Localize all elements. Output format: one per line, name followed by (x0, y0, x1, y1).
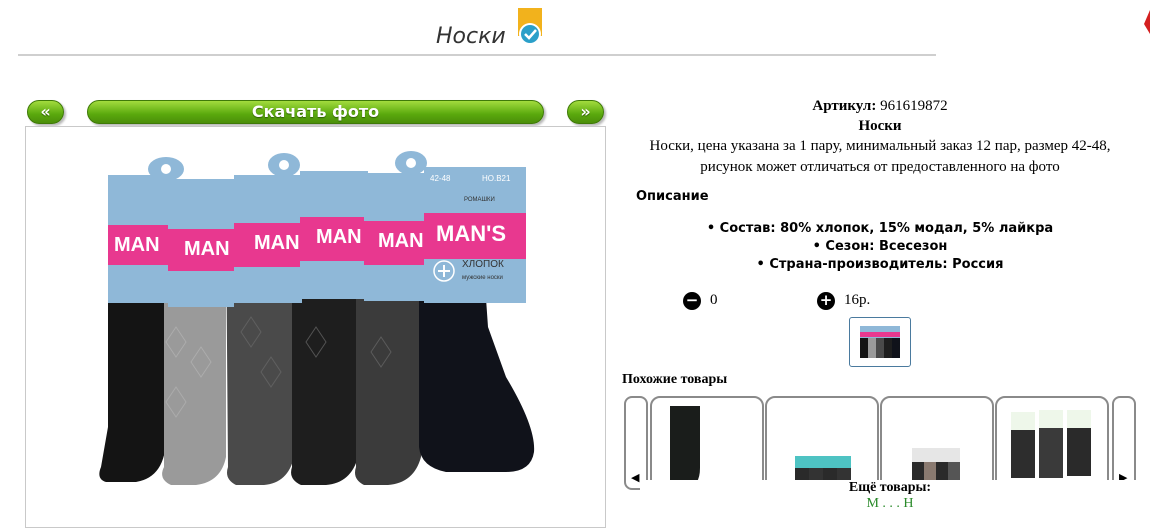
property-item: Страна-производитель: Россия (620, 256, 1140, 274)
svg-text:MAN: MAN (184, 238, 230, 260)
selected-photo-thumbnail[interactable] (849, 317, 911, 367)
title-divider (18, 54, 936, 56)
sku-line: Артикул: 961619872 (620, 96, 1140, 116)
similar-item[interactable] (765, 396, 879, 490)
similar-carousel: ◀ ▶ (624, 396, 1139, 490)
svg-text:MAN: MAN (378, 230, 424, 252)
property-list: Состав: 80% хлопок, 15% модал, 5% лайкра… (620, 220, 1140, 274)
tag-size-label: 42-48 (430, 174, 451, 183)
svg-text:MAN: MAN (316, 226, 362, 248)
carousel-prev-button[interactable]: ◀ (624, 396, 648, 490)
product-details: Артикул: 961619872 Носки Носки, цена ука… (620, 96, 1140, 272)
similar-item[interactable] (995, 396, 1109, 490)
more-products-links[interactable]: М . . . Н (640, 496, 1140, 512)
svg-text:MAN: MAN (254, 232, 300, 254)
more-products: Ещё товары: М . . . Н (640, 480, 1140, 520)
corner-logo-icon (1144, 10, 1150, 34)
svg-text:MAN: MAN (114, 234, 160, 256)
plus-circle-icon[interactable]: + (817, 292, 835, 310)
carousel-next-button[interactable]: ▶ (1112, 396, 1136, 490)
description-heading: Описание (636, 189, 709, 204)
tag-brand: MAN'S (436, 221, 506, 246)
similar-item[interactable] (650, 396, 764, 490)
property-item: Сезон: Всесезон (620, 238, 1140, 256)
previous-photo-button[interactable]: « (27, 100, 64, 124)
similar-item[interactable] (880, 396, 994, 490)
similar-heading: Похожие товары (622, 372, 728, 387)
tag-text: ХЛОПОК (462, 259, 504, 270)
page-title: Носки (436, 24, 506, 49)
thumbnail-image (860, 326, 900, 358)
more-products-label: Ещё товары: (848, 480, 932, 495)
minus-circle-icon[interactable]: − (683, 292, 701, 310)
tag-sub: мужские носки (462, 275, 503, 281)
product-name: Носки (858, 118, 902, 134)
verified-badge-icon (518, 8, 542, 45)
tag-code: НО.B21 (482, 174, 511, 183)
title-area: Носки (18, 0, 936, 56)
minus-value: 0 (710, 292, 718, 308)
product-description-line1: Носки, цена указана за 1 пару, минимальн… (649, 138, 1111, 154)
product-photo-frame: 42-48 НО.B21 РОМАШКИ MAN'S MAN MAN MAN M… (25, 126, 606, 528)
product-photo[interactable]: 42-48 НО.B21 РОМАШКИ MAN'S MAN MAN MAN M… (26, 127, 605, 527)
tag-maker: РОМАШКИ (464, 197, 495, 203)
product-description-line2: рисунок может отличаться от предоставлен… (700, 159, 1060, 175)
sku-label: Артикул: (812, 98, 877, 114)
sku-value: 961619872 (880, 98, 948, 114)
next-photo-button[interactable]: » (567, 100, 604, 124)
property-item: Состав: 80% хлопок, 15% модал, 5% лайкра (620, 220, 1140, 238)
chevron-left-icon: ◀ (631, 471, 640, 484)
download-photo-button[interactable]: Скачать фото (87, 100, 544, 124)
plus-value: 16р. (844, 292, 871, 308)
